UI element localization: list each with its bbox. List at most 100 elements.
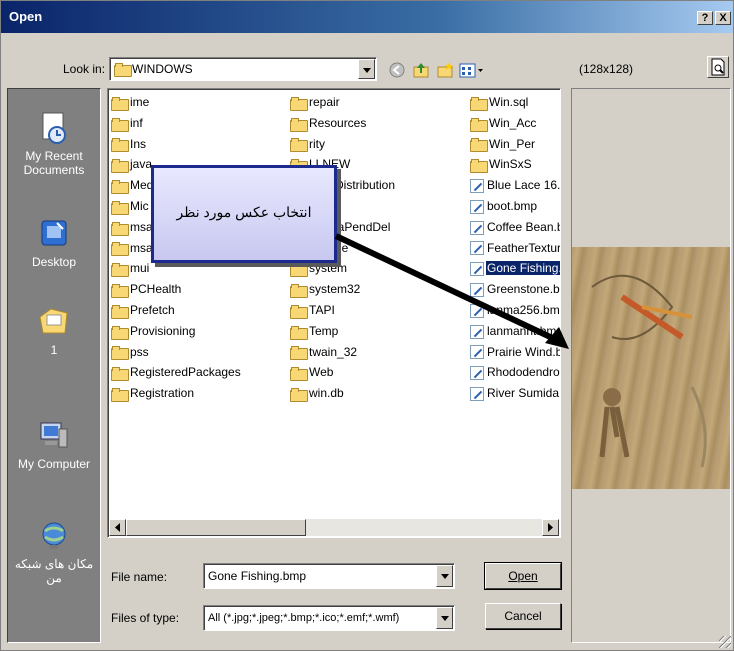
file-name: mui — [130, 261, 150, 276]
file-type-value: All (*.jpg;*.jpeg;*.bmp;*.ico;*.emf;*.wm… — [208, 612, 400, 624]
chevron-down-icon[interactable] — [358, 59, 375, 79]
scroll-thumb[interactable] — [126, 519, 306, 536]
file-list-item[interactable]: repair — [290, 93, 465, 111]
folder-icon — [470, 159, 488, 174]
file-name: Blue Lace 16.b — [487, 178, 560, 193]
places-bar: My Recent Documents Desktop 1 My Compute… — [7, 88, 101, 643]
folder-icon — [114, 63, 132, 77]
folder-icon — [111, 284, 129, 299]
up-folder-icon[interactable] — [411, 61, 431, 81]
file-list-item[interactable]: Ins — [111, 135, 286, 153]
new-folder-icon[interactable] — [435, 61, 455, 81]
horizontal-scrollbar[interactable] — [109, 519, 559, 536]
preview-pane — [571, 88, 731, 643]
place-label: My Computer — [17, 457, 91, 471]
file-list-item[interactable]: RegisteredPackages — [111, 363, 286, 382]
folder-icon — [111, 304, 129, 319]
folder-icon — [111, 221, 129, 236]
folder-icon — [111, 263, 129, 278]
folder-icon — [111, 325, 129, 340]
file-list-item[interactable]: River Sumida.b — [470, 384, 560, 402]
file-list-item[interactable]: Registration — [111, 384, 286, 403]
file-name: pss — [130, 344, 149, 359]
look-in-value: WINDOWS — [132, 62, 193, 76]
annotation-callout: انتخاب عکس مورد نظر — [151, 165, 337, 263]
file-name: RegisteredPackages — [130, 365, 241, 380]
file-list-item[interactable]: Win_Acc — [470, 114, 560, 132]
file-list-item[interactable]: Web — [290, 363, 465, 382]
place-desktop[interactable]: Desktop — [8, 217, 100, 269]
file-name: ime — [130, 95, 150, 109]
file-name-input[interactable]: Gone Fishing.bmp — [203, 563, 455, 589]
scroll-left-button[interactable] — [109, 519, 126, 536]
bitmap-file-icon — [470, 199, 484, 214]
place-my-recent-documents[interactable]: My Recent Documents — [8, 111, 100, 177]
file-list-item[interactable]: pss — [111, 343, 286, 361]
file-name: River Sumida.b — [487, 386, 560, 401]
folder-icon — [290, 367, 308, 382]
folder-icon — [111, 138, 129, 153]
folder-icon — [470, 117, 488, 132]
folder-icon — [290, 263, 308, 278]
file-list-item[interactable]: WinSxS — [470, 155, 560, 174]
file-name: Web — [309, 365, 334, 380]
folder-icon — [111, 117, 129, 132]
file-name-value: Gone Fishing.bmp — [208, 569, 307, 583]
file-name: Prefetch — [130, 303, 175, 317]
file-type-dropdown[interactable]: All (*.jpg;*.jpeg;*.bmp;*.ico;*.emf;*.wm… — [203, 605, 455, 631]
open-button[interactable]: Open — [484, 562, 562, 590]
file-name: inf — [130, 115, 143, 130]
look-in-dropdown[interactable]: WINDOWS — [109, 57, 377, 81]
annotation-arrow — [334, 233, 569, 349]
back-icon[interactable] — [387, 61, 407, 81]
open-dialog: Open ? X Look in: WINDOWS (128x128) My R… — [0, 0, 734, 651]
file-list-item[interactable]: Rhododendron — [470, 363, 560, 381]
file-list-item[interactable]: PCHealth — [111, 280, 286, 299]
view-menu-icon[interactable] — [459, 61, 485, 81]
close-button[interactable]: X — [715, 11, 731, 25]
chevron-down-icon[interactable] — [436, 565, 453, 587]
title-bar[interactable]: Open ? X — [1, 1, 733, 33]
place-my-computer[interactable]: My Computer — [8, 419, 100, 471]
file-name: repair — [309, 95, 340, 109]
resize-grip[interactable] — [719, 636, 731, 648]
file-list-item[interactable]: Win_Per — [470, 135, 560, 153]
file-type-label: Files of type: — [111, 611, 180, 625]
bitmap-file-icon — [470, 179, 484, 194]
file-name: java — [130, 157, 153, 172]
file-name: Registration — [130, 386, 195, 401]
file-name: Resources — [309, 115, 367, 130]
file-list-item[interactable]: inf — [111, 114, 286, 132]
scroll-right-button[interactable] — [542, 519, 559, 536]
file-list-item[interactable]: Provisioning — [111, 322, 286, 340]
network-places-icon — [37, 519, 71, 553]
place-label: 1 — [50, 343, 58, 357]
file-name: Rhododendron — [487, 365, 560, 380]
file-name: Provisioning — [130, 323, 196, 338]
annotation-text: انتخاب عکس مورد نظر — [176, 204, 312, 220]
folder-icon — [290, 96, 308, 111]
cancel-button[interactable]: Cancel — [485, 603, 561, 629]
preview-size-label: (128x128) — [579, 62, 634, 76]
file-list-item[interactable]: rity — [290, 135, 465, 153]
file-list-item[interactable]: ime — [111, 93, 286, 111]
place-my-documents[interactable]: 1 — [8, 305, 100, 357]
file-list-item[interactable]: win.db — [290, 384, 465, 403]
folder-icon — [290, 346, 308, 361]
dialog-title: Open — [9, 9, 43, 24]
file-list-item[interactable]: Win.sql — [470, 93, 560, 111]
file-list-item[interactable]: Prefetch — [111, 301, 286, 319]
file-list-item[interactable]: Resources — [290, 114, 465, 132]
file-name: rity — [309, 136, 325, 151]
place-network[interactable]: مکان های شبکه من — [8, 519, 100, 585]
chevron-down-icon[interactable] — [436, 607, 453, 629]
file-list-item[interactable]: Blue Lace 16.b — [470, 176, 560, 194]
folder-icon — [290, 304, 308, 319]
file-name: WinSxS — [489, 157, 532, 172]
preview-toggle-button[interactable] — [707, 56, 729, 78]
folder-icon — [111, 242, 129, 257]
folder-icon — [111, 200, 129, 215]
file-list-item[interactable]: boot.bmp — [470, 197, 560, 215]
folder-icon — [111, 346, 129, 361]
help-button[interactable]: ? — [697, 11, 713, 25]
